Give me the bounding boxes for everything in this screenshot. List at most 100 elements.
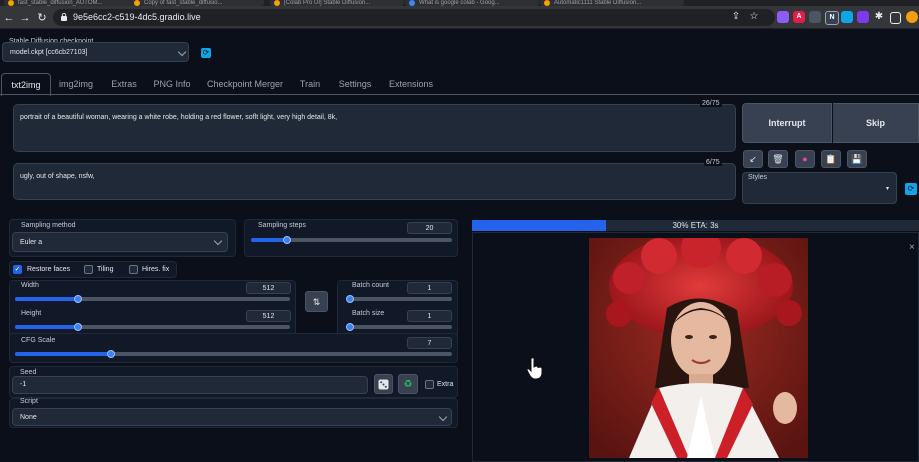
restore-faces-label: Restore faces [27,266,71,273]
sampling-method-label: Sampling method [21,222,76,229]
notion-icon[interactable]: N [825,11,839,25]
extension-icon[interactable] [857,11,869,23]
dice-icon [378,379,389,390]
prompt-text: portrait of a beautiful woman, wearing a… [20,114,338,121]
swap-dimensions-button[interactable]: ⇅ [305,291,328,312]
clipboard-icon[interactable]: 📋 [821,150,841,168]
hires-fix-label: Hires. fix [142,266,170,273]
slider-fill [15,352,112,356]
close-icon[interactable]: × [909,242,915,253]
lock-icon [61,13,67,21]
swap-icon: ⇅ [312,297,321,307]
seed-value: -1 [20,381,27,388]
slider-fill [15,297,79,301]
batch-size-slider[interactable] [346,323,452,331]
trash-icon[interactable]: 🗑 [768,150,788,168]
tiling-label: Tiling [97,266,114,273]
url-text: 9e5e6cc2-c519-4dc5.gradio.live [73,12,201,22]
tab-png-info[interactable]: PNG Info [150,73,194,95]
negative-prompt-textarea[interactable]: ugly, out of shape, nsfw, [13,163,736,200]
tab-train[interactable]: Train [295,73,325,95]
mouse-cursor-icon [526,356,544,380]
height-label: Height [21,310,42,317]
batch-count-label: Batch count [352,282,389,289]
address-bar[interactable]: 9e5e6cc2-c519-4dc5.gradio.live ⇪ ☆ [53,9,775,26]
batch-count-slider[interactable] [346,295,452,303]
slider-thumb[interactable] [346,323,354,331]
extra-seed-label: Extra [437,381,454,388]
progress-bar: 30% ETA: 3s [472,220,919,231]
generated-portrait-image [589,238,808,458]
tab-extras[interactable]: Extras [106,73,142,95]
back-arrow-icon[interactable]: ← [2,11,16,25]
forward-arrow-icon[interactable]: → [18,11,32,25]
browser-toolbar: ← → ↻ 9e5e6cc2-c519-4dc5.gradio.live ⇪ ☆… [0,6,919,29]
extension-icon[interactable] [777,11,789,23]
avatar[interactable] [906,11,918,23]
extension-icon[interactable]: A [793,11,805,23]
interrupt-button[interactable]: Interrupt [742,103,832,143]
save-style-button[interactable]: 💾 [847,150,867,168]
tiling-checkbox[interactable] [84,265,93,274]
script-label: Script [20,398,38,405]
prompt-textarea[interactable]: portrait of a beautiful woman, wearing a… [13,104,736,152]
seed-input[interactable]: -1 [12,376,368,394]
slider-thumb[interactable] [346,295,354,303]
restore-faces-checkbox[interactable]: ✓ [13,265,22,274]
sampling-steps-slider[interactable] [251,236,452,244]
checkpoint-select[interactable]: model.ckpt [cc6cb27103] [2,42,189,62]
chevron-down-icon [177,47,187,57]
slider-fill [15,325,79,329]
puzzle-icon[interactable]: ✱ [873,11,885,23]
random-seed-button[interactable] [374,374,393,394]
refresh-icon: ⟳ [202,48,210,57]
share-icon[interactable]: ⇪ [729,10,743,24]
sampling-method-value: Euler a [20,239,43,246]
tab-img2img[interactable]: img2img [55,73,97,95]
tab-checkpoint-merger[interactable]: Checkpoint Merger [203,73,287,95]
reload-icon[interactable]: ↻ [35,11,49,25]
cfg-scale-slider[interactable] [15,350,452,358]
sampling-method-select[interactable]: Euler a [12,232,228,252]
width-input[interactable]: 512 [246,282,291,294]
side-panel-icon[interactable] [890,12,901,24]
script-select[interactable]: None [12,408,452,426]
negative-prompt-text: ugly, out of shape, nsfw, [20,173,95,180]
dropdown-arrow-icon: ▾ [886,186,890,192]
cfg-scale-label: CFG Scale [21,337,56,344]
seed-label: Seed [20,369,37,376]
batch-size-input[interactable]: 1 [407,310,452,322]
reuse-seed-button[interactable]: ♻ [398,374,418,394]
slider-fill [251,238,288,242]
main-tabs: txt2img img2img Extras PNG Info Checkpoi… [0,73,919,96]
recycle-icon: ♻ [403,379,413,390]
extension-icon[interactable] [841,11,853,23]
extra-networks-button[interactable]: ● [795,150,815,168]
refresh-button[interactable]: ⟳ [201,48,211,58]
checkpoint-value: model.ckpt [cc6cb27103] [10,49,88,56]
read-params-button[interactable]: ↙ [743,150,763,168]
generated-image[interactable] [589,238,808,458]
script-value: None [20,414,37,421]
height-slider[interactable] [15,323,290,331]
sampling-steps-label: Sampling steps [258,222,306,229]
tab-extensions[interactable]: Extensions [386,73,436,95]
apply-style-button[interactable]: ⟳ [905,183,917,195]
width-slider[interactable] [15,295,290,303]
batch-count-input[interactable]: 1 [407,282,452,294]
refresh-icon: ⟳ [907,184,915,193]
hires-fix-checkbox[interactable] [129,265,138,274]
extra-seed-checkbox[interactable] [425,380,434,389]
cfg-scale-input[interactable]: 7 [407,337,452,349]
bookmark-star-icon[interactable]: ☆ [747,10,761,24]
skip-button[interactable]: Skip [833,103,919,143]
extension-icon[interactable] [809,11,821,23]
chevron-down-icon [438,412,448,422]
prompt-token-counter: 26/75 [700,100,722,107]
width-label: Width [21,282,39,289]
height-input[interactable]: 512 [246,310,291,322]
tab-txt2img[interactable]: txt2img [1,73,51,96]
cfg-scale-panel [9,333,458,363]
sampling-steps-input[interactable]: 20 [407,222,452,234]
tab-settings[interactable]: Settings [333,73,377,95]
